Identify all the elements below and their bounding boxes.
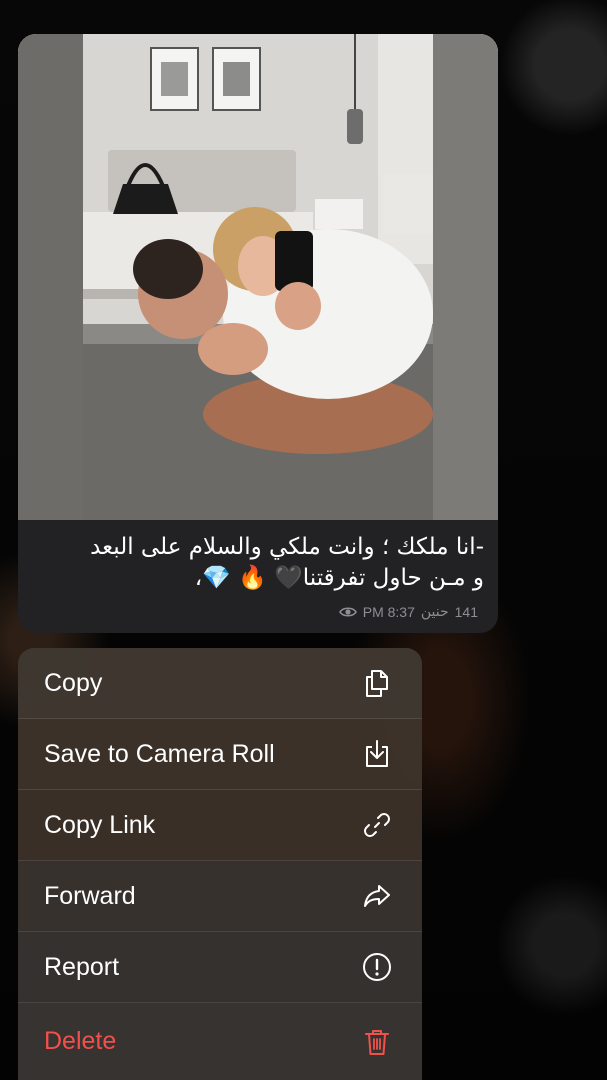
menu-item-label: Save to Camera Roll <box>44 739 275 768</box>
menu-item-label: Report <box>44 952 120 981</box>
menu-item-label: Forward <box>44 881 136 910</box>
link-icon <box>360 808 394 842</box>
message-caption: -انا ملكك ؛ وانت ملكي والسلام على البعد … <box>18 520 498 633</box>
caption-text: -انا ملكك ؛ وانت ملكي والسلام على البعد … <box>34 532 484 594</box>
context-menu: Copy Save to Camera Roll Copy Link Forwa… <box>18 648 422 1080</box>
caption-line-2: و مـن حاول تفرقتنا🖤 🔥 💎، <box>194 565 484 591</box>
copy-icon <box>360 666 394 700</box>
menu-item-forward[interactable]: Forward <box>18 861 422 932</box>
view-count: 141 <box>454 603 478 620</box>
menu-item-label: Copy <box>44 668 103 697</box>
trash-icon <box>360 1025 394 1059</box>
menu-item-copy-link[interactable]: Copy Link <box>18 790 422 861</box>
message-bubble[interactable]: -انا ملكك ؛ وانت ملكي والسلام على البعد … <box>18 34 498 633</box>
caption-line-1: -انا ملكك ؛ وانت ملكي والسلام على البعد <box>90 534 484 560</box>
message-time: PM 8:37 <box>362 603 415 620</box>
message-photo[interactable] <box>18 34 498 520</box>
forward-icon <box>360 879 394 913</box>
menu-item-delete[interactable]: Delete <box>18 1003 422 1080</box>
report-icon <box>360 950 394 984</box>
photo-illustration <box>18 34 498 520</box>
save-icon <box>360 737 394 771</box>
menu-item-label: Delete <box>44 1027 117 1055</box>
message-author: حنين <box>420 603 449 619</box>
menu-item-copy[interactable]: Copy <box>18 648 422 719</box>
message-meta: PM 8:37 حنين 141 <box>338 603 478 620</box>
menu-item-label: Copy Link <box>44 810 156 839</box>
menu-item-report[interactable]: Report <box>18 932 422 1003</box>
eye-icon <box>338 606 357 617</box>
menu-item-save-to-camera-roll[interactable]: Save to Camera Roll <box>18 719 422 790</box>
